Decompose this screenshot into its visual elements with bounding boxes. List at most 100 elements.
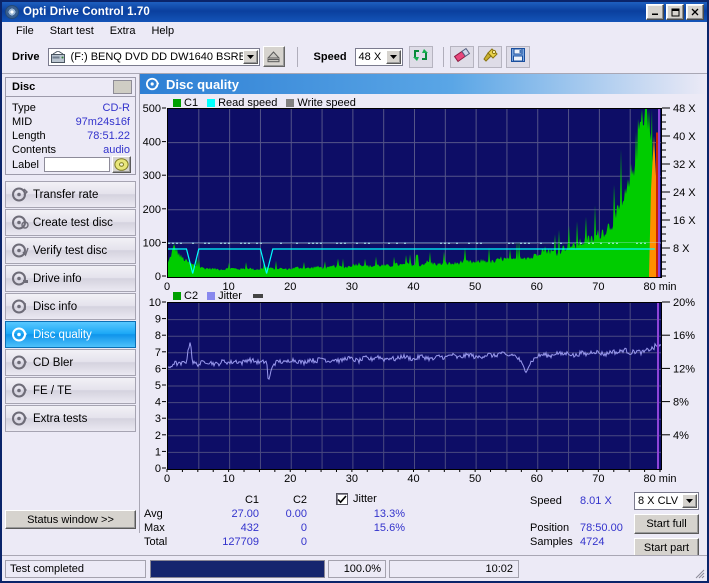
svg-text:100: 100 bbox=[143, 237, 161, 249]
status-window-button[interactable]: Status window >> bbox=[5, 510, 136, 529]
svg-text:4: 4 bbox=[155, 397, 161, 409]
svg-text:30: 30 bbox=[346, 473, 358, 485]
svg-text:400: 400 bbox=[143, 137, 161, 149]
drive-select-chevron-down-icon[interactable] bbox=[242, 49, 258, 64]
eject-button[interactable] bbox=[262, 46, 285, 67]
stats-header-c2: C2 bbox=[292, 494, 307, 506]
svg-text:300: 300 bbox=[143, 170, 161, 182]
jitter-checkbox[interactable] bbox=[336, 493, 348, 505]
sidebar-item-label: Disc quality bbox=[33, 328, 92, 341]
sidebar-item-drive-info[interactable]: Drive info bbox=[5, 265, 136, 292]
legend-swatch-jitter bbox=[207, 292, 216, 300]
disc-info-icon bbox=[12, 299, 29, 314]
stats-avg-jitter: 13.3% bbox=[373, 508, 405, 520]
drive-select[interactable]: (F:) BENQ DVD DD DW1640 BSRB bbox=[47, 47, 260, 66]
eraser-icon bbox=[453, 47, 471, 66]
sidebar-item-disc-quality[interactable]: Disc quality bbox=[5, 321, 136, 348]
legend-label-c2: C2 bbox=[184, 290, 199, 302]
svg-text:70: 70 bbox=[592, 473, 604, 485]
legend-label-jitter: Jitter bbox=[218, 290, 242, 302]
disc-mid-label: MID bbox=[12, 116, 33, 128]
app-window: Opti Drive Control 1.70 File Start test … bbox=[0, 0, 709, 583]
menu-help[interactable]: Help bbox=[143, 24, 182, 38]
minimize-button[interactable] bbox=[646, 4, 664, 20]
test-speed-chevron-down-icon[interactable] bbox=[682, 494, 697, 508]
svg-text:4%: 4% bbox=[673, 430, 689, 442]
svg-text:1: 1 bbox=[155, 446, 161, 458]
svg-text:6: 6 bbox=[155, 363, 161, 375]
readout-position-label: Position bbox=[530, 522, 570, 534]
c1-plot-y2-axis: 8 X 16 X 24 X 32 X 40 X 48 X bbox=[662, 103, 696, 277]
close-button[interactable] bbox=[686, 4, 704, 20]
c2-plot-x-axis: 0 10 20 30 40 50 60 70 80 min bbox=[164, 469, 677, 485]
disc-mid-value: 97m24s16f bbox=[75, 116, 130, 128]
sidebar-item-verify-test-disc[interactable]: Verify test disc bbox=[5, 237, 136, 264]
stats-avg-c1: 27.00 bbox=[231, 508, 259, 520]
drive-select-value: (F:) BENQ DVD DD DW1640 BSRB bbox=[70, 50, 246, 63]
left-panel: Disc Type CD-R MID 97m24s16f Length 78:5… bbox=[2, 74, 139, 533]
sidebar-item-create-test-disc[interactable]: Create test disc bbox=[5, 209, 136, 236]
svg-text:60: 60 bbox=[531, 281, 543, 293]
readout-samples-label: Samples bbox=[530, 536, 573, 548]
disc-label-browse-button[interactable] bbox=[112, 156, 131, 173]
disc-contents-value: audio bbox=[103, 144, 130, 156]
sidebar-item-cd-bler[interactable]: CD Bler bbox=[5, 349, 136, 376]
svg-text:32 X: 32 X bbox=[673, 159, 696, 171]
sidebar-item-label: Create test disc bbox=[33, 216, 113, 229]
jitter-checkbox-group[interactable]: Jitter bbox=[336, 493, 377, 505]
progress-bar-fill bbox=[151, 561, 324, 577]
sidebar-item-transfer-rate[interactable]: Transfer rate bbox=[5, 181, 136, 208]
resize-grip[interactable] bbox=[693, 567, 705, 579]
disc-quality-icon bbox=[146, 77, 161, 91]
test-speed-value: 8 X CLV bbox=[638, 495, 679, 507]
window-title: Opti Drive Control 1.70 bbox=[23, 6, 150, 18]
progress-percent: 100.0% bbox=[328, 560, 386, 578]
app-disc-icon bbox=[5, 5, 19, 19]
disc-extra-icon bbox=[12, 411, 29, 426]
readout-speed-value: 8.01 X bbox=[580, 495, 612, 507]
disc-label-label: Label bbox=[12, 159, 39, 171]
menu-file[interactable]: File bbox=[8, 24, 42, 38]
svg-text:8%: 8% bbox=[673, 397, 689, 409]
disc-drive-icon bbox=[12, 271, 29, 286]
stats-avg-c2: 0.00 bbox=[285, 508, 307, 520]
svg-text:40: 40 bbox=[407, 473, 419, 485]
title-bar: Opti Drive Control 1.70 bbox=[2, 2, 707, 22]
erase-button[interactable] bbox=[449, 45, 474, 68]
refresh-button[interactable] bbox=[408, 45, 433, 68]
menu-extra[interactable]: Extra bbox=[102, 24, 144, 38]
tools-button[interactable] bbox=[477, 45, 502, 68]
maximize-button[interactable] bbox=[666, 4, 684, 20]
stats-row-label-max: Max bbox=[144, 522, 165, 534]
speed-select-chevron-down-icon[interactable] bbox=[385, 49, 401, 64]
svg-text:50: 50 bbox=[469, 473, 481, 485]
svg-text:20%: 20% bbox=[673, 297, 695, 309]
status-message: Test completed bbox=[5, 560, 146, 578]
test-speed-select[interactable]: 8 X CLV bbox=[634, 492, 699, 510]
speed-select[interactable]: 48 X bbox=[354, 47, 403, 66]
status-bar: Test completed 100.0% 10:02 bbox=[2, 555, 707, 581]
disc-info-toggle[interactable] bbox=[113, 80, 132, 94]
sidebar-item-extra-tests[interactable]: Extra tests bbox=[5, 405, 136, 432]
disc-label-input[interactable] bbox=[44, 157, 110, 172]
speed-label: Speed bbox=[313, 50, 347, 63]
c1-plot-y-axis: 0100200300400500 bbox=[143, 103, 166, 283]
sidebar-item-label: FE / TE bbox=[33, 384, 72, 397]
svg-text:500: 500 bbox=[143, 103, 161, 115]
sidebar-item-disc-info[interactable]: Disc info bbox=[5, 293, 136, 320]
svg-text:16 X: 16 X bbox=[673, 215, 696, 227]
start-full-button[interactable]: Start full bbox=[634, 514, 699, 534]
svg-text:10: 10 bbox=[223, 473, 235, 485]
c2-plot-y2-axis: 4% 8% 12% 16% 20% bbox=[662, 297, 695, 442]
save-button[interactable] bbox=[505, 45, 530, 68]
sidebar-nav: Transfer rate Create test disc Verify te… bbox=[5, 181, 136, 433]
disc-type-label: Type bbox=[12, 102, 36, 114]
c2-plot-y-axis: 012345678910 bbox=[149, 297, 166, 475]
menu-start-test[interactable]: Start test bbox=[42, 24, 102, 38]
readout-position-value: 78:50.00 bbox=[580, 522, 623, 534]
sidebar-item-fe-te[interactable]: FE / TE bbox=[5, 377, 136, 404]
svg-text:20: 20 bbox=[284, 473, 296, 485]
stats-row-label-avg: Avg bbox=[144, 508, 163, 520]
svg-text:0: 0 bbox=[164, 281, 170, 293]
stats-header-c1: C1 bbox=[244, 494, 259, 506]
